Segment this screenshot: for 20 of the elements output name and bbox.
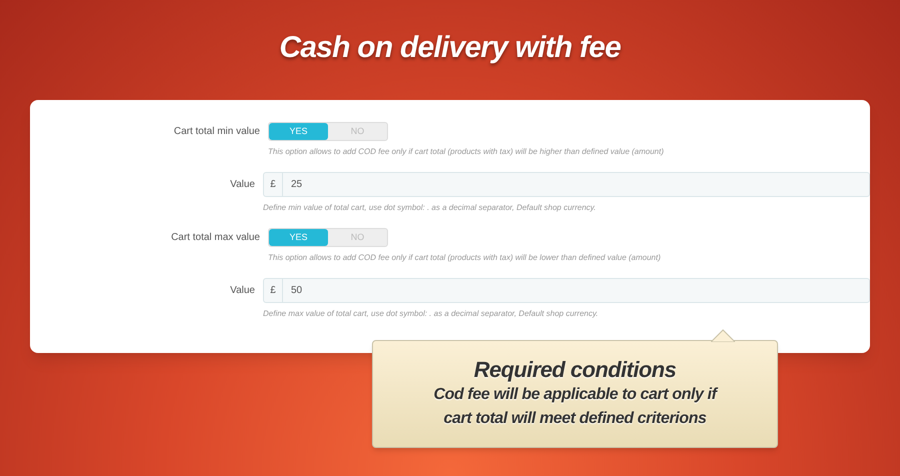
help-text: This option allows to add COD fee only if cart total (products with tax) will be lower than defined value (amount) [268,252,661,264]
help-text: This option allows to add COD fee only if cart total (products with tax) will be higher than defined value (amount) [268,146,664,158]
callout-line: cart total will meet defined criterions [444,409,706,429]
callout-line: Cod fee will be applicable to cart only if [434,385,716,405]
value-field[interactable]: £ 50 [263,278,870,303]
field-label: Value [230,284,255,298]
value-text: 50 [290,284,302,298]
switch-option[interactable]: YES [269,229,328,246]
help-text: Define min value of total cart, use dot symbol: . as a decimal separator, Default shop currency. [263,202,597,214]
currency-prefix: £ [264,173,283,196]
field-label: Cart total max value [171,231,260,245]
field-label: Cart total min value [174,125,260,139]
field-label: Value [230,178,255,192]
switch-option[interactable]: YES [269,123,328,140]
value-field[interactable]: £ 25 [263,172,870,197]
currency-prefix: £ [264,279,283,302]
callout-heading: Required conditions [474,357,676,383]
help-text: Define max value of total cart, use dot symbol: . as a decimal separator, Default shop currency. [263,308,600,320]
value-text: 25 [290,178,302,192]
page-title: Cash on delivery with fee [279,30,621,66]
